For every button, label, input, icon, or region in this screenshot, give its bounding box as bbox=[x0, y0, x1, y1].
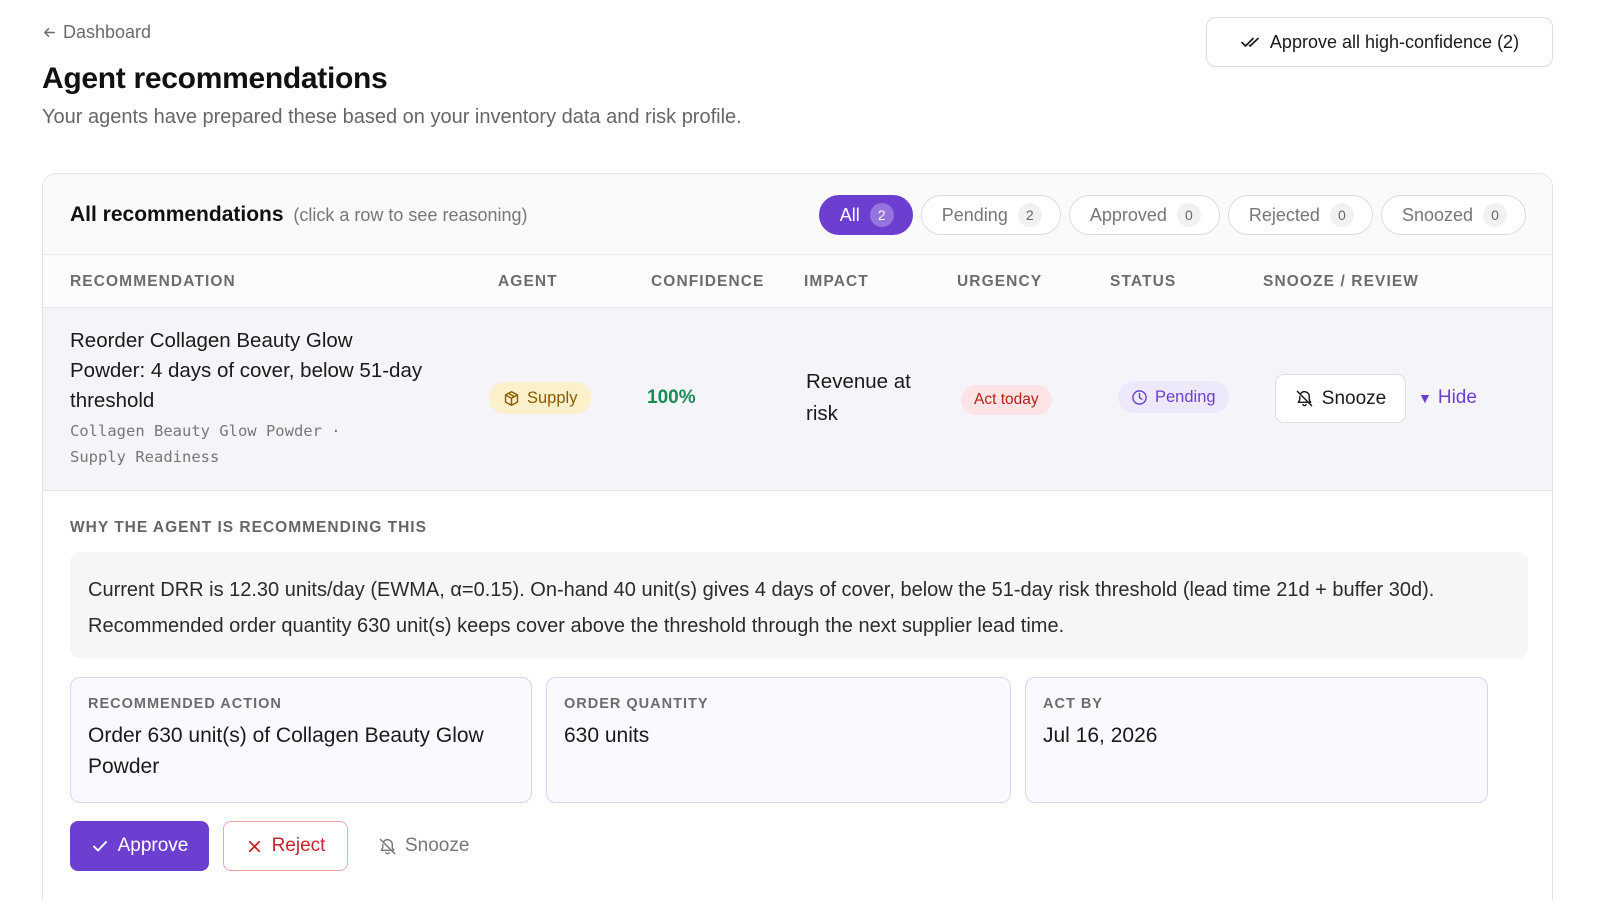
table-row[interactable]: Reorder Collagen Beauty Glow Powder: 4 d… bbox=[43, 308, 1552, 491]
info-label: RECOMMENDED ACTION bbox=[88, 696, 282, 712]
info-value: Order 630 unit(s) of Collagen Beauty Glo… bbox=[88, 724, 484, 778]
column-header-agent: AGENT bbox=[498, 273, 558, 290]
filter-label: Rejected bbox=[1248, 204, 1320, 225]
filter-label: Snoozed bbox=[1401, 204, 1473, 225]
urgency-badge: Act today bbox=[961, 385, 1052, 415]
column-header-status: STATUS bbox=[1110, 273, 1177, 290]
filter-count: 2 bbox=[1017, 203, 1042, 227]
recommendations-panel: All recommendations (click a row to see … bbox=[42, 173, 1553, 900]
triangle-down-icon: ▼ bbox=[1418, 390, 1432, 406]
detail-actions: Approve Reject Snooze bbox=[70, 821, 485, 871]
filter-label: Approved bbox=[1089, 204, 1167, 225]
filter-count: 0 bbox=[1176, 203, 1201, 227]
filter-approved[interactable]: Approved 0 bbox=[1068, 195, 1220, 235]
approve-all-label: Approve all high-confidence (2) bbox=[1269, 31, 1520, 52]
info-value: 630 units bbox=[564, 724, 650, 747]
agent-name: Supply bbox=[527, 388, 578, 407]
column-header-impact: IMPACT bbox=[804, 273, 869, 290]
back-to-dashboard-link[interactable]: Dashboard bbox=[42, 22, 151, 43]
clock-icon bbox=[1132, 389, 1147, 405]
close-icon bbox=[248, 840, 260, 852]
panel-header: All recommendations (click a row to see … bbox=[43, 174, 1552, 255]
impact-value: Revenue at risk bbox=[806, 370, 911, 425]
bell-off-icon bbox=[379, 838, 396, 854]
filter-count: 2 bbox=[869, 203, 894, 227]
filter-label: All bbox=[839, 204, 860, 225]
filter-all[interactable]: All 2 bbox=[818, 195, 913, 235]
bell-off-icon bbox=[1296, 390, 1313, 407]
recommendation-title: Reorder Collagen Beauty Glow Powder: 4 d… bbox=[70, 329, 423, 412]
double-check-icon bbox=[1241, 37, 1259, 47]
panel-title: All recommendations (click a row to see … bbox=[70, 203, 528, 227]
hide-details-toggle[interactable]: ▼ Hide bbox=[1418, 387, 1477, 409]
detail-snooze-label: Snooze bbox=[405, 835, 470, 856]
reasoning-text: Current DRR is 12.30 units/day (EWMA, α=… bbox=[70, 552, 1528, 658]
filter-rejected[interactable]: Rejected 0 bbox=[1227, 195, 1373, 235]
filter-count: 0 bbox=[1483, 203, 1507, 227]
check-icon bbox=[92, 841, 107, 852]
panel-title-text: All recommendations bbox=[70, 203, 284, 226]
page-title: Agent recommendations bbox=[42, 62, 388, 95]
approve-button[interactable]: Approve bbox=[70, 821, 209, 871]
filter-count: 0 bbox=[1329, 203, 1354, 227]
page-subtitle: Your agents have prepared these based on… bbox=[42, 106, 742, 128]
column-header-snooze-review: SNOOZE / REVIEW bbox=[1263, 273, 1420, 290]
status-filter-tabs: All 2 Pending 2 Approved 0 Rejected 0 Sn… bbox=[818, 195, 1526, 235]
agent-badge: Supply bbox=[489, 382, 592, 414]
row-snooze-label: Snooze bbox=[1321, 387, 1387, 409]
table-header: RECOMMENDATION AGENT CONFIDENCE IMPACT U… bbox=[43, 255, 1552, 308]
filter-snoozed[interactable]: Snoozed 0 bbox=[1380, 195, 1526, 235]
reasoning-heading: WHY THE AGENT IS RECOMMENDING THIS bbox=[70, 519, 427, 536]
approve-all-high-confidence-button[interactable]: Approve all high-confidence (2) bbox=[1206, 17, 1553, 67]
recommended-action-box: RECOMMENDED ACTION Order 630 unit(s) of … bbox=[70, 677, 532, 803]
column-header-confidence: CONFIDENCE bbox=[651, 273, 765, 290]
order-quantity-box: ORDER QUANTITY 630 units bbox=[546, 677, 1011, 803]
act-by-box: ACT BY Jul 16, 2026 bbox=[1025, 677, 1488, 803]
reject-button[interactable]: Reject bbox=[223, 821, 348, 871]
column-header-recommendation: RECOMMENDATION bbox=[70, 273, 236, 290]
status-badge: Pending bbox=[1118, 381, 1229, 413]
detail-snooze-button[interactable]: Snooze bbox=[362, 821, 485, 871]
column-header-urgency: URGENCY bbox=[957, 273, 1043, 290]
panel-title-hint: (click a row to see reasoning) bbox=[293, 205, 528, 225]
reject-label: Reject bbox=[271, 835, 326, 856]
arrow-left-icon bbox=[44, 28, 55, 37]
filter-label: Pending bbox=[941, 204, 1008, 225]
filter-pending[interactable]: Pending 2 bbox=[920, 195, 1061, 235]
info-label: ORDER QUANTITY bbox=[564, 696, 709, 712]
package-icon bbox=[504, 390, 519, 406]
row-snooze-button[interactable]: Snooze bbox=[1275, 374, 1406, 423]
confidence-value: 100% bbox=[647, 387, 696, 408]
status-label: Pending bbox=[1155, 387, 1216, 406]
info-label: ACT BY bbox=[1043, 696, 1103, 712]
back-link-label: Dashboard bbox=[63, 22, 152, 42]
info-value: Jul 16, 2026 bbox=[1043, 724, 1158, 747]
recommendation-meta: Collagen Beauty Glow Powder · Supply Rea… bbox=[70, 422, 341, 466]
approve-label: Approve bbox=[117, 835, 189, 856]
recommendation-details: WHY THE AGENT IS RECOMMENDING THIS Curre… bbox=[43, 491, 1552, 900]
hide-label: Hide bbox=[1437, 387, 1477, 408]
